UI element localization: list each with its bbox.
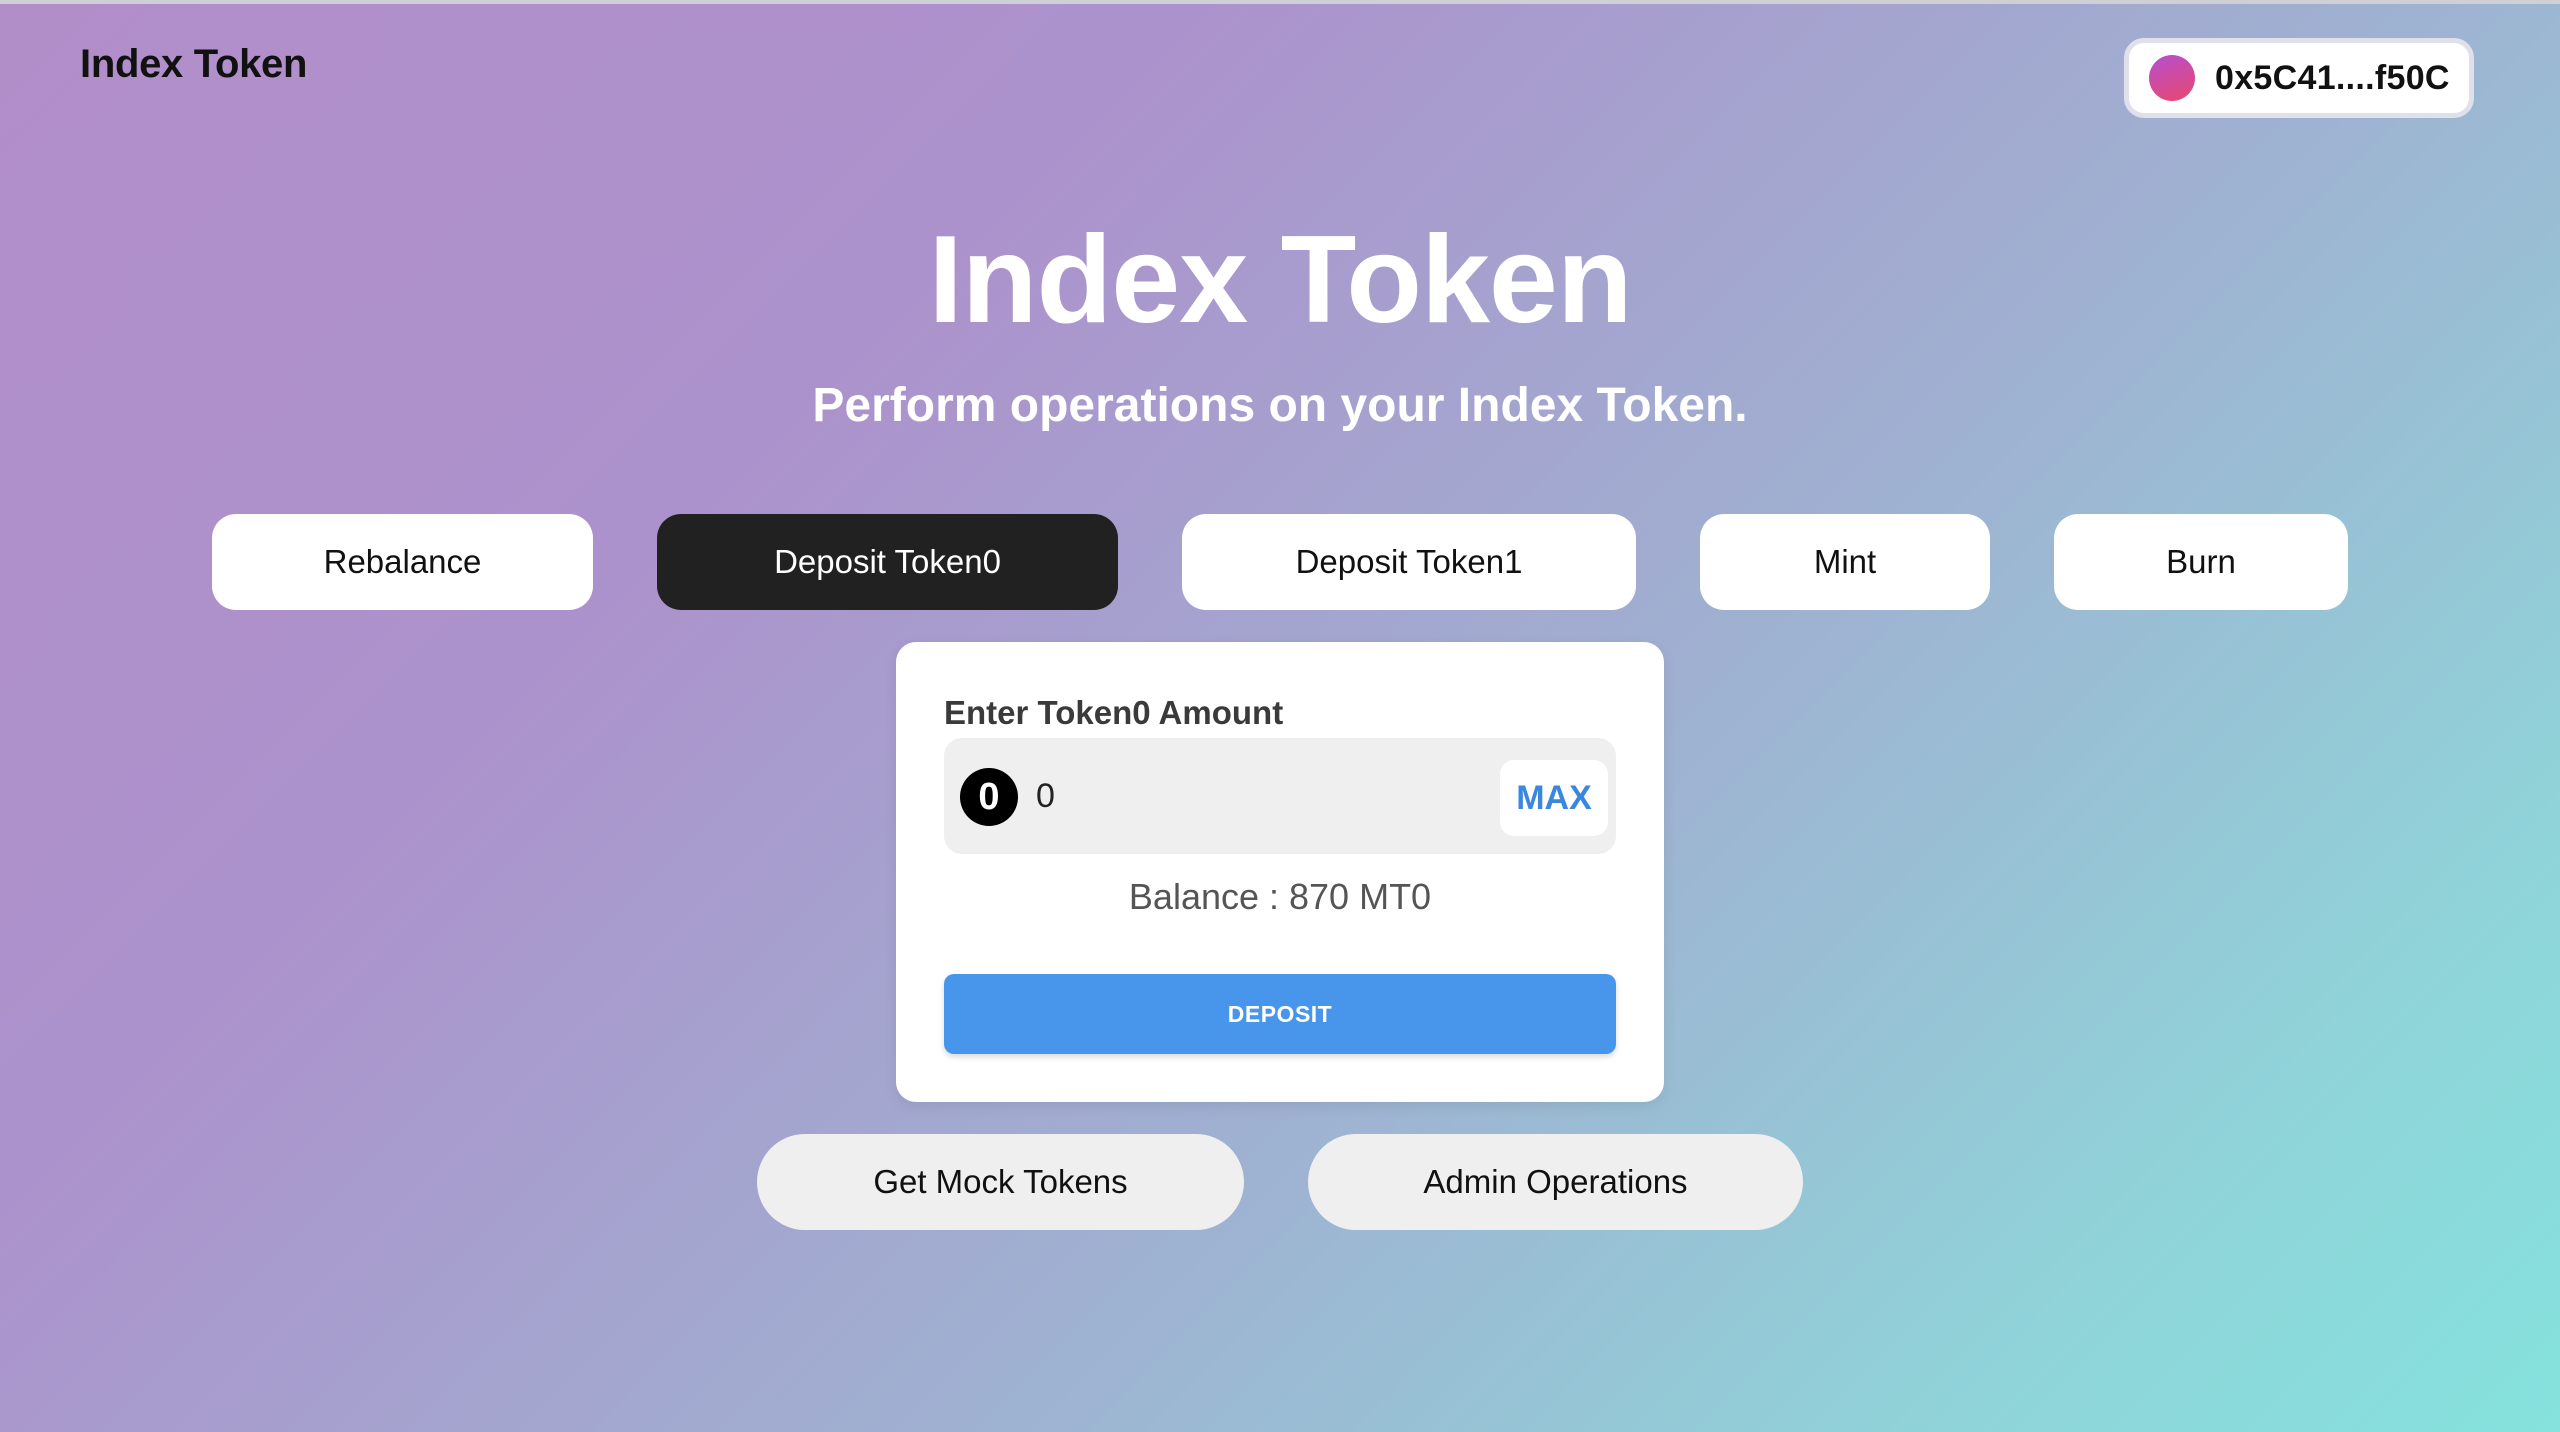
amount-label: Enter Token0 Amount (944, 694, 1284, 731)
tab-rebalance[interactable]: Rebalance (212, 514, 593, 610)
page-subtitle: Perform operations on your Index Token. (812, 379, 1748, 432)
deposit-button[interactable]: DEPOSIT (944, 974, 1616, 1054)
tab-deposit-token0[interactable]: Deposit Token0 (657, 514, 1118, 610)
token0-icon: 0 (960, 768, 1018, 826)
amount-field-container: 0 MAX (944, 738, 1616, 854)
tab-burn[interactable]: Burn (2054, 514, 2348, 610)
tab-deposit-token1[interactable]: Deposit Token1 (1182, 514, 1636, 610)
page-title: Index Token (928, 211, 1632, 349)
admin-operations-button[interactable]: Admin Operations (1308, 1134, 1803, 1230)
window-top-border (0, 0, 2560, 4)
wallet-avatar-icon (2149, 55, 2195, 101)
wallet-connect-button[interactable]: 0x5C41....f50C (2124, 38, 2474, 118)
tab-mint[interactable]: Mint (1700, 514, 1990, 610)
deposit-card: Enter Token0 Amount 0 MAX Balance : 870 … (896, 642, 1664, 1102)
get-mock-tokens-button[interactable]: Get Mock Tokens (757, 1134, 1244, 1230)
balance-text: Balance : 870 MT0 (1128, 876, 1432, 917)
max-button[interactable]: MAX (1500, 760, 1608, 836)
brand-title: Index Token (80, 42, 308, 86)
amount-input[interactable] (1036, 764, 1476, 828)
wallet-address: 0x5C41....f50C (2215, 58, 2450, 97)
